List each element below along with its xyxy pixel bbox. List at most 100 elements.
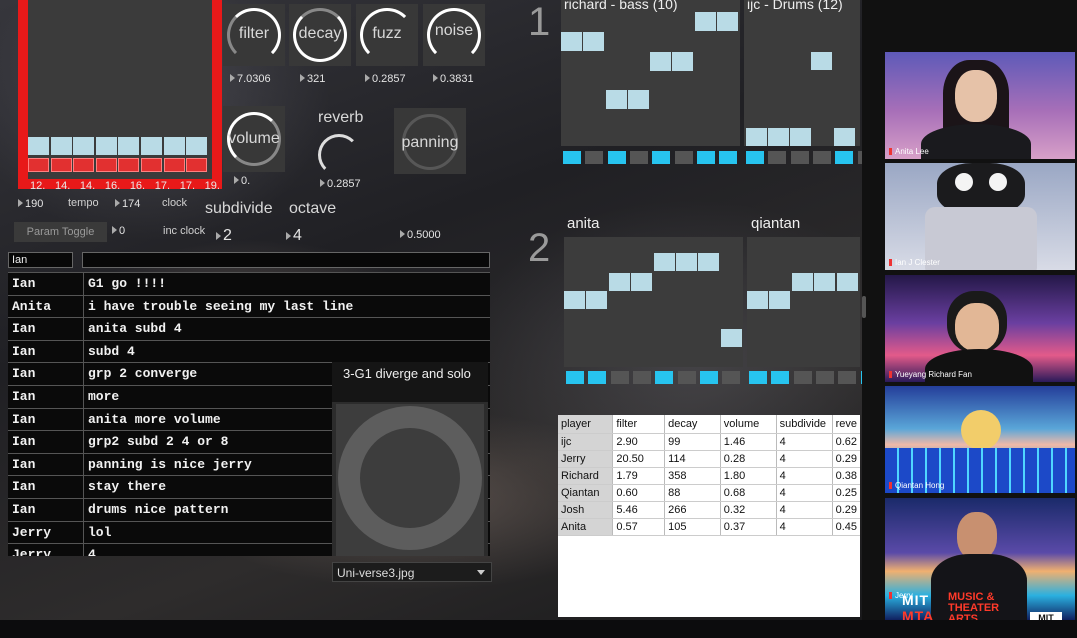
step-row[interactable] [746,151,876,165]
grid-cell[interactable] [790,128,811,146]
decay-value[interactable]: 321 [300,73,325,85]
panning-knob[interactable]: panning [394,108,466,174]
grid-cell[interactable] [672,52,693,71]
step-indicator[interactable] [719,151,738,164]
subdivide-value[interactable]: 2 [216,227,232,245]
noise-knob[interactable]: noise [423,4,485,66]
param-toggle-button[interactable]: Param Toggle [14,222,107,242]
chat-name-field[interactable]: Ian [8,252,73,268]
step-indicator[interactable] [722,371,741,384]
step-indicator[interactable] [629,151,648,164]
step-indicator[interactable] [588,371,607,384]
step-sequencer[interactable] [18,0,222,189]
grid-richard-bass[interactable] [561,0,740,146]
filter-knob[interactable]: filter [223,4,285,66]
volume-value[interactable]: 0. [234,175,250,187]
seq-step-cap[interactable] [163,137,185,155]
seq-step-cap[interactable] [186,137,208,155]
step-indicator[interactable] [677,371,696,384]
step-indicator[interactable] [699,371,718,384]
grid-anita[interactable] [564,237,743,367]
seq-step-slot[interactable] [50,158,72,172]
video-tile-qiantan-hong[interactable]: Qiantan Hong [885,386,1075,493]
step-indicator[interactable] [610,371,629,384]
filter-value[interactable]: 7.0306 [230,73,271,85]
step-indicator[interactable] [674,151,693,164]
step-indicator[interactable] [749,371,767,384]
octave-value[interactable]: 4 [286,227,302,245]
step-indicator[interactable] [768,151,787,164]
video-tile-yueyang-richard-fan[interactable]: Yueyang Richard Fan [885,275,1075,382]
fuzz-value[interactable]: 0.2857 [365,73,406,85]
grid-cell[interactable] [811,52,832,70]
noise-value[interactable]: 0.3831 [433,73,474,85]
step-indicator[interactable] [835,151,854,164]
seq-step-cap[interactable] [73,137,95,155]
clock-value[interactable]: 174 [115,198,140,210]
step-indicator[interactable] [566,371,584,384]
grid-cell[interactable] [721,329,742,347]
grid-cell[interactable] [654,253,675,271]
step-indicator[interactable] [585,151,604,164]
step-indicator[interactable] [696,151,715,164]
grid-cell[interactable] [698,253,719,271]
volume-knob[interactable]: volume [223,106,285,172]
grid-cell[interactable] [609,273,630,291]
seq-step-cap[interactable] [141,137,162,155]
step-indicator[interactable] [746,151,764,164]
seq-step-cap[interactable] [50,137,72,155]
seq-step-cap[interactable] [118,137,140,155]
reverb-knob[interactable] [314,130,366,176]
step-indicator[interactable] [812,151,831,164]
reverb-value[interactable]: 0.2857 [320,178,361,190]
seq-step-slot[interactable] [141,158,162,172]
grid-cell[interactable] [628,90,649,109]
grid-cell[interactable] [769,291,790,309]
grid-cell[interactable] [583,32,604,51]
grid-qiantan[interactable] [747,237,860,367]
seq-step-slot[interactable] [186,158,208,172]
seq-step-slot[interactable] [28,158,49,172]
grid-cell[interactable] [586,291,607,309]
step-indicator[interactable] [815,371,834,384]
grid-cell[interactable] [837,273,858,291]
grid-cell[interactable] [747,291,768,309]
inc-clock-value[interactable]: 0 [112,225,125,237]
grid-cell[interactable] [650,52,671,71]
grid-cell[interactable] [564,291,585,309]
seq-step-slot[interactable] [163,158,185,172]
fuzz-knob[interactable]: fuzz [356,4,418,66]
extra-value[interactable]: 0.5000 [400,229,441,241]
step-indicator[interactable] [655,371,674,384]
seq-step-slot[interactable] [95,158,117,172]
step-indicator[interactable] [838,371,857,384]
step-indicator[interactable] [790,151,809,164]
step-indicator[interactable] [607,151,626,164]
grid-cell[interactable] [814,273,835,291]
decay-knob[interactable]: decay [289,4,351,66]
image-dropdown[interactable]: Uni-verse3.jpg [332,562,492,582]
grid-cell[interactable] [768,128,789,146]
step-row[interactable] [566,371,744,385]
video-tile-anita-lee[interactable]: Anita Lee [885,52,1075,159]
grid-cell[interactable] [746,128,767,146]
seq-step-slot[interactable] [118,158,140,172]
step-row[interactable] [749,371,879,385]
sidebar-resize-handle[interactable] [862,296,866,318]
seq-step-cap[interactable] [95,137,117,155]
grid-ijc-drums[interactable] [744,0,860,146]
step-indicator[interactable] [632,371,651,384]
chat-message-input[interactable] [82,252,490,268]
player-table[interactable]: player filter decay volume subdivide rev… [558,415,860,617]
seq-step-slot[interactable] [73,158,95,172]
grid-cell[interactable] [834,128,855,146]
grid-cell[interactable] [792,273,813,291]
grid-cell[interactable] [606,90,627,109]
step-indicator[interactable] [652,151,671,164]
step-indicator[interactable] [563,151,581,164]
step-indicator[interactable] [793,371,812,384]
seq-step-cap[interactable] [28,137,49,155]
video-tile-ian-clester[interactable]: Ian J Clester [885,163,1075,270]
grid-cell[interactable] [676,253,697,271]
grid-cell[interactable] [695,12,716,31]
